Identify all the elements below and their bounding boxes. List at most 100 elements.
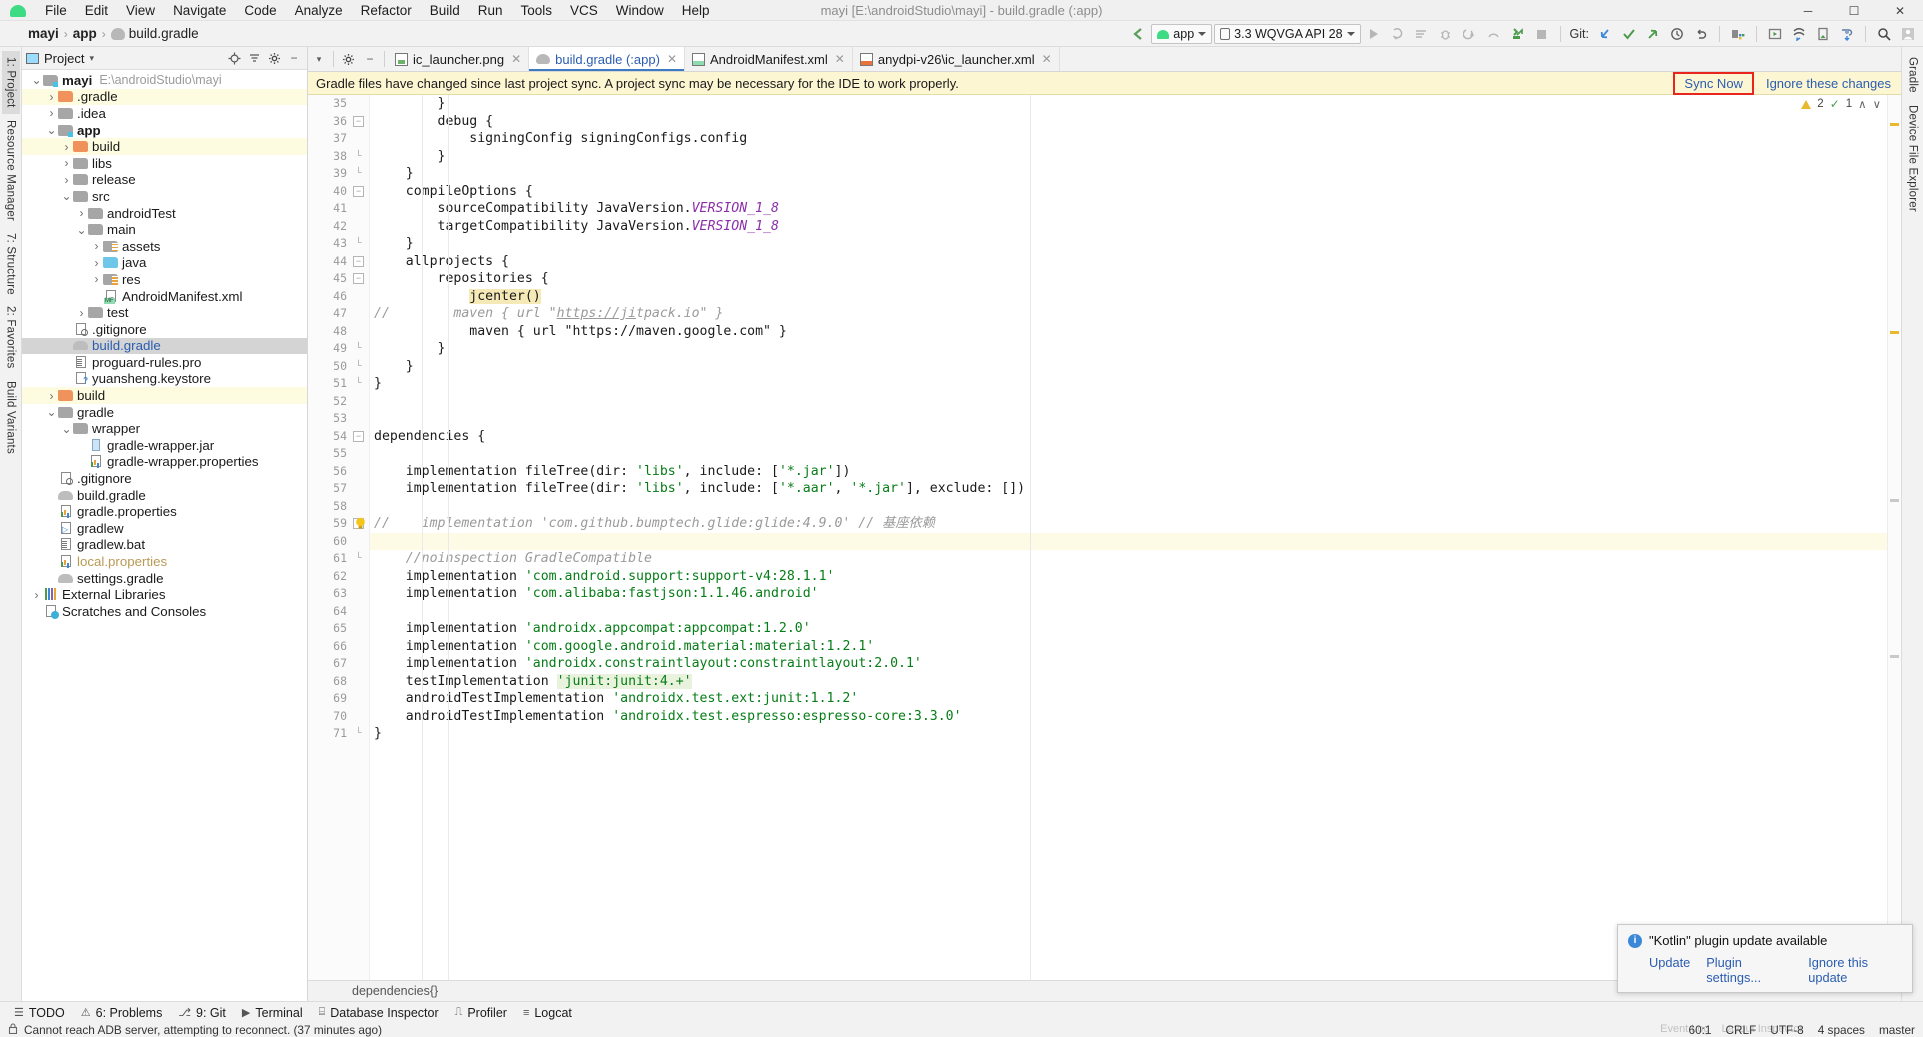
tree-node-res[interactable]: › res <box>22 271 307 288</box>
collapse-all-icon[interactable] <box>245 49 263 67</box>
code-line[interactable]: debug { <box>370 113 1887 131</box>
close-tab-icon[interactable]: ✕ <box>835 52 845 66</box>
tree-node--gradle[interactable]: › .gradle <box>22 88 307 106</box>
chevron-right-icon[interactable]: › <box>45 389 58 403</box>
apply-changes-icon[interactable] <box>1387 23 1409 45</box>
locate-icon[interactable] <box>225 49 243 67</box>
fold-end-icon[interactable]: └ <box>353 553 364 564</box>
fold-end-icon[interactable]: └ <box>353 728 364 739</box>
code-line[interactable]: implementation 'com.android.support:supp… <box>370 568 1887 586</box>
device-file-explorer-icon[interactable] <box>1812 23 1834 45</box>
rail-item-1-project[interactable]: 1: Project <box>1 51 20 114</box>
fold-collapse-icon[interactable]: − <box>353 185 364 197</box>
chevron-right-icon[interactable]: › <box>60 173 73 187</box>
tool-window-logcat[interactable]: ≡ Logcat <box>515 1004 580 1022</box>
update-project-icon[interactable] <box>1594 23 1616 45</box>
rail-item-7-structure[interactable]: 7: Structure <box>2 227 20 301</box>
chevron-right-icon[interactable]: › <box>30 588 43 602</box>
close-button[interactable]: ✕ <box>1877 0 1923 21</box>
code-line[interactable]: //noinspection GradleCompatible <box>370 550 1887 568</box>
tree-node-build[interactable]: › build <box>22 138 307 155</box>
code-line[interactable]: implementation 'com.alibaba:fastjson:1.1… <box>370 585 1887 603</box>
code-line[interactable] <box>370 393 1887 411</box>
tree-node-gradlew[interactable]: ▷ gradlew <box>22 520 307 537</box>
code-line[interactable] <box>370 498 1887 516</box>
minimize-button[interactable]: ─ <box>1785 0 1831 21</box>
code-line[interactable] <box>370 532 1887 550</box>
history-icon[interactable] <box>1666 23 1688 45</box>
settings-icon[interactable] <box>337 47 359 71</box>
debug-icon[interactable] <box>1435 23 1457 45</box>
tool-window-profiler[interactable]: ⎍ Profiler <box>447 1004 515 1022</box>
code-line[interactable]: } <box>370 340 1887 358</box>
code-line[interactable]: implementation 'androidx.constraintlayou… <box>370 655 1887 673</box>
tree-node-scratches-and-consoles[interactable]: Scratches and Consoles <box>22 603 307 620</box>
tree-node--gitignore[interactable]: .gitignore <box>22 321 307 338</box>
code-line[interactable]: dependencies { <box>370 428 1887 446</box>
editor-tab-build-gradle-app-[interactable]: build.gradle (:app) ✕ <box>529 47 685 71</box>
tree-node-gradle-wrapper-jar[interactable]: gradle-wrapper.jar <box>22 437 307 454</box>
fold-end-icon[interactable]: └ <box>353 168 364 179</box>
fold-collapse-icon[interactable]: − <box>353 255 364 267</box>
code-line[interactable]: signingConfig signingConfigs.config <box>370 130 1887 148</box>
code-line[interactable]: maven { url "https://maven.google.com" } <box>370 323 1887 341</box>
chevron-down-icon[interactable]: ⌄ <box>75 224 88 236</box>
line-number-gutter[interactable]: 35−36 37 └ 38 └ 39−40 41 42 └ 43−44−45 46 47 48 └ 49 └ 5… <box>308 95 370 980</box>
code-line[interactable]: // maven { url "https://jitpack.io" } <box>370 305 1887 323</box>
tree-node-wrapper[interactable]: ⌄ wrapper <box>22 420 307 437</box>
tree-node-build[interactable]: › build <box>22 387 307 404</box>
tree-node-build-gradle[interactable]: build.gradle <box>22 487 307 504</box>
search-icon[interactable] <box>1873 23 1895 45</box>
menu-item-help[interactable]: Help <box>673 1 719 20</box>
code-line[interactable]: testImplementation 'junit:junit:4.+' <box>370 673 1887 691</box>
tree-node-androidmanifest-xml[interactable]: MF AndroidManifest.xml <box>22 288 307 305</box>
fold-end-icon[interactable]: └ <box>353 343 364 354</box>
tree-node-gradle-properties[interactable]: gradle.properties <box>22 503 307 520</box>
fold-end-icon[interactable]: └ <box>353 238 364 249</box>
code-line[interactable]: implementation fileTree(dir: 'libs', inc… <box>370 463 1887 481</box>
menu-item-file[interactable]: File <box>36 1 76 20</box>
sdk-manager-icon[interactable] <box>1727 23 1749 45</box>
tree-node-build-gradle[interactable]: build.gradle <box>22 337 307 355</box>
layout-inspector-label[interactable]: Layout Inspector <box>1722 1023 1803 1035</box>
project-tree[interactable]: ⌄ mayi E:\androidStudio\mayi › .gradle › .idea… <box>22 70 307 1001</box>
inspection-strip[interactable] <box>1887 95 1901 980</box>
ignore-changes-link[interactable]: Ignore these changes <box>1766 76 1891 91</box>
rail-item-device-file-explorer[interactable]: Device File Explorer <box>1904 99 1922 218</box>
code-line[interactable]: } <box>370 95 1887 113</box>
fold-collapse-icon[interactable]: − <box>353 115 364 127</box>
tree-node-gradle-wrapper-properties[interactable]: gradle-wrapper.properties <box>22 454 307 471</box>
profiler-icon[interactable] <box>1483 23 1505 45</box>
run-configuration-selector[interactable]: app <box>1151 24 1213 44</box>
tree-node-src[interactable]: ⌄ src <box>22 188 307 205</box>
rail-item-2-favorites[interactable]: 2: Favorites <box>2 300 20 374</box>
menu-item-navigate[interactable]: Navigate <box>164 1 235 20</box>
tree-node-gradlew-bat[interactable]: gradlew.bat <box>22 537 307 554</box>
code-line[interactable]: } <box>370 358 1887 376</box>
stop-icon[interactable] <box>1531 23 1553 45</box>
tree-node-gradle[interactable]: ⌄ gradle <box>22 404 307 421</box>
tool-window-database-inspector[interactable]: ⌸ Database Inspector <box>311 1004 447 1022</box>
tool-window-terminal[interactable]: ▶ Terminal <box>234 1004 311 1022</box>
editor-tab-ic-launcher-png[interactable]: ic_launcher.png ✕ <box>388 47 530 71</box>
menu-item-run[interactable]: Run <box>469 1 512 20</box>
maximize-button[interactable]: ☐ <box>1831 0 1877 21</box>
update-link[interactable]: Update <box>1649 955 1690 985</box>
tool-window-6-problems[interactable]: ⚠ 6: Problems <box>73 1004 171 1022</box>
menu-item-view[interactable]: View <box>117 1 164 20</box>
menu-item-window[interactable]: Window <box>607 1 673 20</box>
breadcrumb-buildgradle[interactable]: build.gradle <box>110 26 199 41</box>
close-tab-icon[interactable]: ✕ <box>1042 52 1052 66</box>
code-line[interactable]: androidTestImplementation 'androidx.test… <box>370 690 1887 708</box>
avd-manager-icon[interactable] <box>1507 23 1529 45</box>
tree-node-androidtest[interactable]: › androidTest <box>22 205 307 222</box>
layout-inspector-icon[interactable] <box>1788 23 1810 45</box>
fold-end-icon[interactable]: └ <box>353 150 364 162</box>
sync-project-icon[interactable] <box>1836 23 1858 45</box>
indent-setting[interactable]: 4 spaces <box>1818 1023 1865 1037</box>
tree-node-app[interactable]: ⌄ app <box>22 122 307 139</box>
chevron-right-icon[interactable]: › <box>60 156 73 170</box>
rollback-icon[interactable] <box>1690 23 1712 45</box>
chevron-right-icon[interactable]: › <box>90 239 103 253</box>
code-line[interactable]: // implementation 'com.github.bumptech.g… <box>370 515 1887 533</box>
